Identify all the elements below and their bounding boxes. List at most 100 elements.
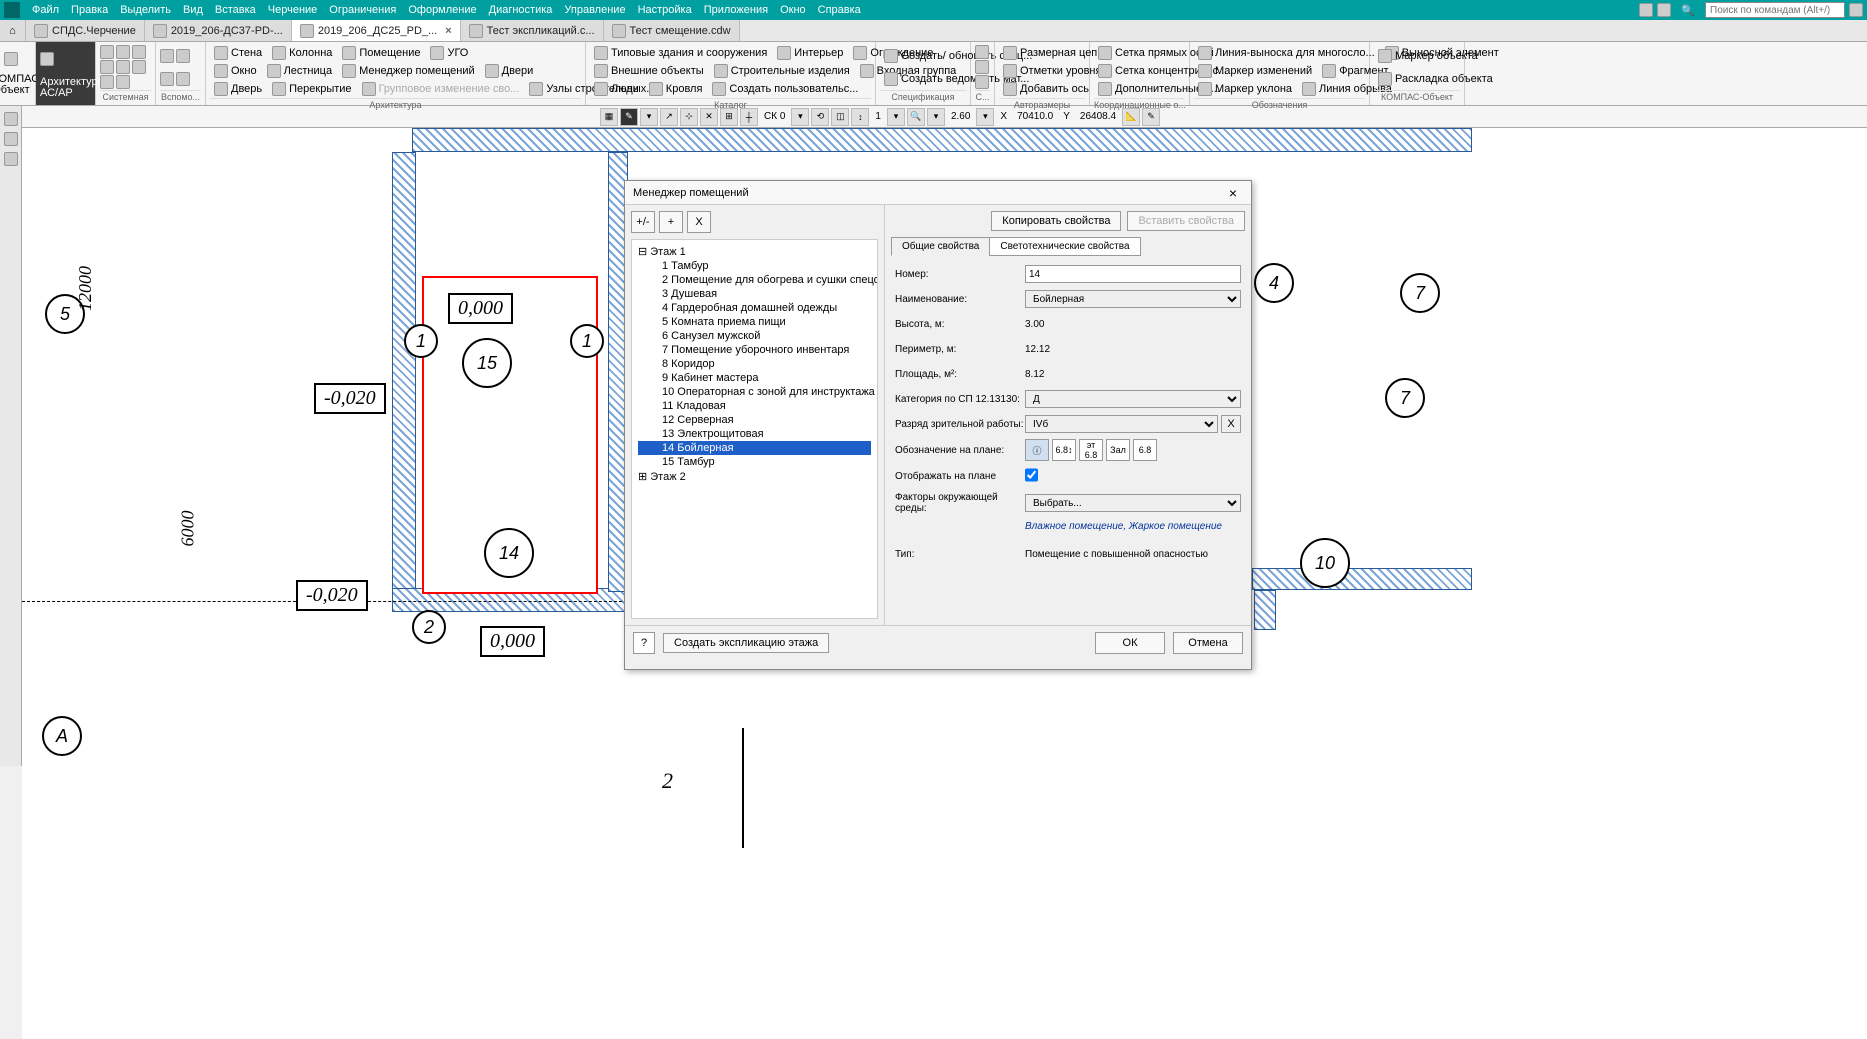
menu-constraints[interactable]: Ограничения bbox=[323, 2, 402, 18]
delete-button[interactable]: X bbox=[687, 211, 711, 233]
obj-marker-button[interactable]: Маркер объекта bbox=[1374, 47, 1482, 65]
export-icon[interactable] bbox=[132, 60, 146, 74]
leader-button[interactable]: Линия-выноска для многосло... bbox=[1194, 44, 1379, 62]
tab-2[interactable]: 2019_206_ДС25_PD_...× bbox=[292, 20, 461, 41]
aux3-icon[interactable] bbox=[160, 72, 174, 86]
tab-3[interactable]: Тест экспликаций.с... bbox=[461, 20, 604, 41]
group-edit-button[interactable]: Групповое изменение сво... bbox=[358, 80, 524, 98]
menu-diag[interactable]: Диагностика bbox=[483, 2, 559, 18]
s1-icon[interactable] bbox=[975, 45, 989, 59]
people-button[interactable]: Люди bbox=[590, 80, 643, 98]
door-button[interactable]: Дверь bbox=[210, 80, 266, 98]
ext-objects-button[interactable]: Внешние объекты bbox=[590, 62, 708, 80]
wall-button[interactable]: Стена bbox=[210, 44, 266, 62]
cancel-button[interactable]: Отмена bbox=[1173, 632, 1243, 654]
vis-clear-button[interactable]: X bbox=[1221, 415, 1241, 433]
home-tab[interactable]: ⌂ bbox=[0, 20, 26, 41]
vb10[interactable]: ⟲ bbox=[811, 108, 829, 126]
tree-room[interactable]: 1 Тамбур bbox=[638, 259, 871, 273]
menu-edit[interactable]: Правка bbox=[65, 2, 114, 18]
vb6[interactable]: ✕ bbox=[700, 108, 718, 126]
floor-button[interactable]: Перекрытие bbox=[268, 80, 355, 98]
create-user-button[interactable]: Создать пользовательс... bbox=[708, 80, 862, 98]
menu-window[interactable]: Окно bbox=[774, 2, 812, 18]
vb2[interactable]: ✎ bbox=[620, 108, 638, 126]
plan-btn-4[interactable]: Зал bbox=[1106, 439, 1130, 461]
rail-icon-2[interactable] bbox=[4, 132, 18, 146]
vis-select[interactable]: IVб bbox=[1025, 415, 1218, 433]
help-button[interactable]: ? bbox=[633, 632, 655, 654]
doors-button[interactable]: Двери bbox=[481, 62, 538, 80]
tree-room[interactable]: 12 Серверная bbox=[638, 413, 871, 427]
command-search-input[interactable] bbox=[1705, 2, 1845, 18]
tree-room[interactable]: 4 Гардеробная домашней одежды bbox=[638, 301, 871, 315]
menu-select[interactable]: Выделить bbox=[114, 2, 177, 18]
vb3[interactable]: ▾ bbox=[640, 108, 658, 126]
restore-icon[interactable] bbox=[1639, 3, 1653, 17]
plan-btn-3[interactable]: эт6.8 bbox=[1079, 439, 1103, 461]
tree-room[interactable]: 7 Помещение уборочного инвентаря bbox=[638, 343, 871, 357]
room-button[interactable]: Помещение bbox=[338, 44, 424, 62]
vb5[interactable]: ⊹ bbox=[680, 108, 698, 126]
vb16[interactable]: ✎ bbox=[1142, 108, 1160, 126]
obj-layout-button[interactable]: Раскладка объекта bbox=[1374, 70, 1497, 88]
menu-manage[interactable]: Управление bbox=[558, 2, 631, 18]
zoom-out[interactable]: 🔍 bbox=[907, 108, 925, 126]
close-icon[interactable]: × bbox=[445, 25, 451, 37]
room-mgr-button[interactable]: Менеджер помещений bbox=[338, 62, 479, 80]
menu-insert[interactable]: Вставка bbox=[209, 2, 262, 18]
tree-room[interactable]: 13 Электрощитовая bbox=[638, 427, 871, 441]
vb8[interactable]: ┼ bbox=[740, 108, 758, 126]
menu-file[interactable]: Файл bbox=[26, 2, 65, 18]
window-button[interactable]: Окно bbox=[210, 62, 261, 80]
column-button[interactable]: Колонна bbox=[268, 44, 336, 62]
env-select[interactable]: Выбрать... bbox=[1025, 494, 1241, 512]
room-tree[interactable]: ⊟ Этаж 11 Тамбур2 Помещение для обогрева… bbox=[631, 239, 878, 619]
change-marker-button[interactable]: Маркер изменений bbox=[1194, 62, 1316, 80]
create-explication-button[interactable]: Создать экспликацию этажа bbox=[663, 633, 829, 653]
vb11[interactable]: ◫ bbox=[831, 108, 849, 126]
vb15[interactable]: 📐 bbox=[1122, 108, 1140, 126]
dialog-title-bar[interactable]: Менеджер помещений × bbox=[625, 181, 1251, 205]
number-input[interactable] bbox=[1025, 265, 1241, 283]
tree-floor[interactable]: ⊟ Этаж 1 bbox=[638, 244, 871, 259]
menu-settings[interactable]: Настройка bbox=[632, 2, 698, 18]
interior-button[interactable]: Интерьер bbox=[773, 44, 847, 62]
vb1[interactable]: ▦ bbox=[600, 108, 618, 126]
tab-4[interactable]: Тест смещение.cdw bbox=[604, 20, 740, 41]
rail-icon-1[interactable] bbox=[4, 112, 18, 126]
tree-floor[interactable]: ⊞ Этаж 2 bbox=[638, 469, 871, 484]
plan-btn-2[interactable]: 6.8↕ bbox=[1052, 439, 1076, 461]
tab-lighting[interactable]: Светотехнические свойства bbox=[989, 237, 1140, 256]
tab-0[interactable]: СПДС.Черчение bbox=[26, 20, 145, 41]
plan-btn-1[interactable]: ⓘ bbox=[1025, 439, 1049, 461]
tree-room[interactable]: 11 Кладовая bbox=[638, 399, 871, 413]
menu-draft[interactable]: Черчение bbox=[262, 2, 324, 18]
zoom-dd[interactable]: ▾ bbox=[927, 108, 945, 126]
expand-collapse-button[interactable]: +/- bbox=[631, 211, 655, 233]
tree-room[interactable]: 15 Тамбур bbox=[638, 455, 871, 469]
s3-icon[interactable] bbox=[975, 75, 989, 89]
menu-format[interactable]: Оформление bbox=[402, 2, 482, 18]
ugo-button[interactable]: УГО bbox=[426, 44, 472, 62]
tree-room[interactable]: 2 Помещение для обогрева и сушки спецоде… bbox=[638, 273, 871, 287]
rail-icon-3[interactable] bbox=[4, 152, 18, 166]
tree-room[interactable]: 10 Операторная с зоной для инструктажа bbox=[638, 385, 871, 399]
open-icon[interactable] bbox=[116, 45, 130, 59]
show-checkbox[interactable] bbox=[1025, 466, 1038, 484]
search-options-icon[interactable] bbox=[1849, 3, 1863, 17]
stairs-button[interactable]: Лестница bbox=[263, 62, 337, 80]
aux-icon[interactable] bbox=[160, 49, 174, 63]
vb13[interactable]: ▾ bbox=[887, 108, 905, 126]
copy-props-button[interactable]: Копировать свойства bbox=[991, 211, 1121, 231]
plan-btn-5[interactable]: 6.8 bbox=[1133, 439, 1157, 461]
new-icon[interactable] bbox=[100, 45, 114, 59]
tab-general[interactable]: Общие свойства bbox=[891, 237, 990, 256]
vb9[interactable]: ▾ bbox=[791, 108, 809, 126]
cat-select[interactable]: Д bbox=[1025, 390, 1241, 408]
s2-icon[interactable] bbox=[975, 60, 989, 74]
tree-room[interactable]: 14 Бойлерная bbox=[638, 441, 871, 455]
paste-props-button[interactable]: Вставить свойства bbox=[1127, 211, 1245, 231]
vb4[interactable]: ↗ bbox=[660, 108, 678, 126]
products-button[interactable]: Строительные изделия bbox=[710, 62, 854, 80]
